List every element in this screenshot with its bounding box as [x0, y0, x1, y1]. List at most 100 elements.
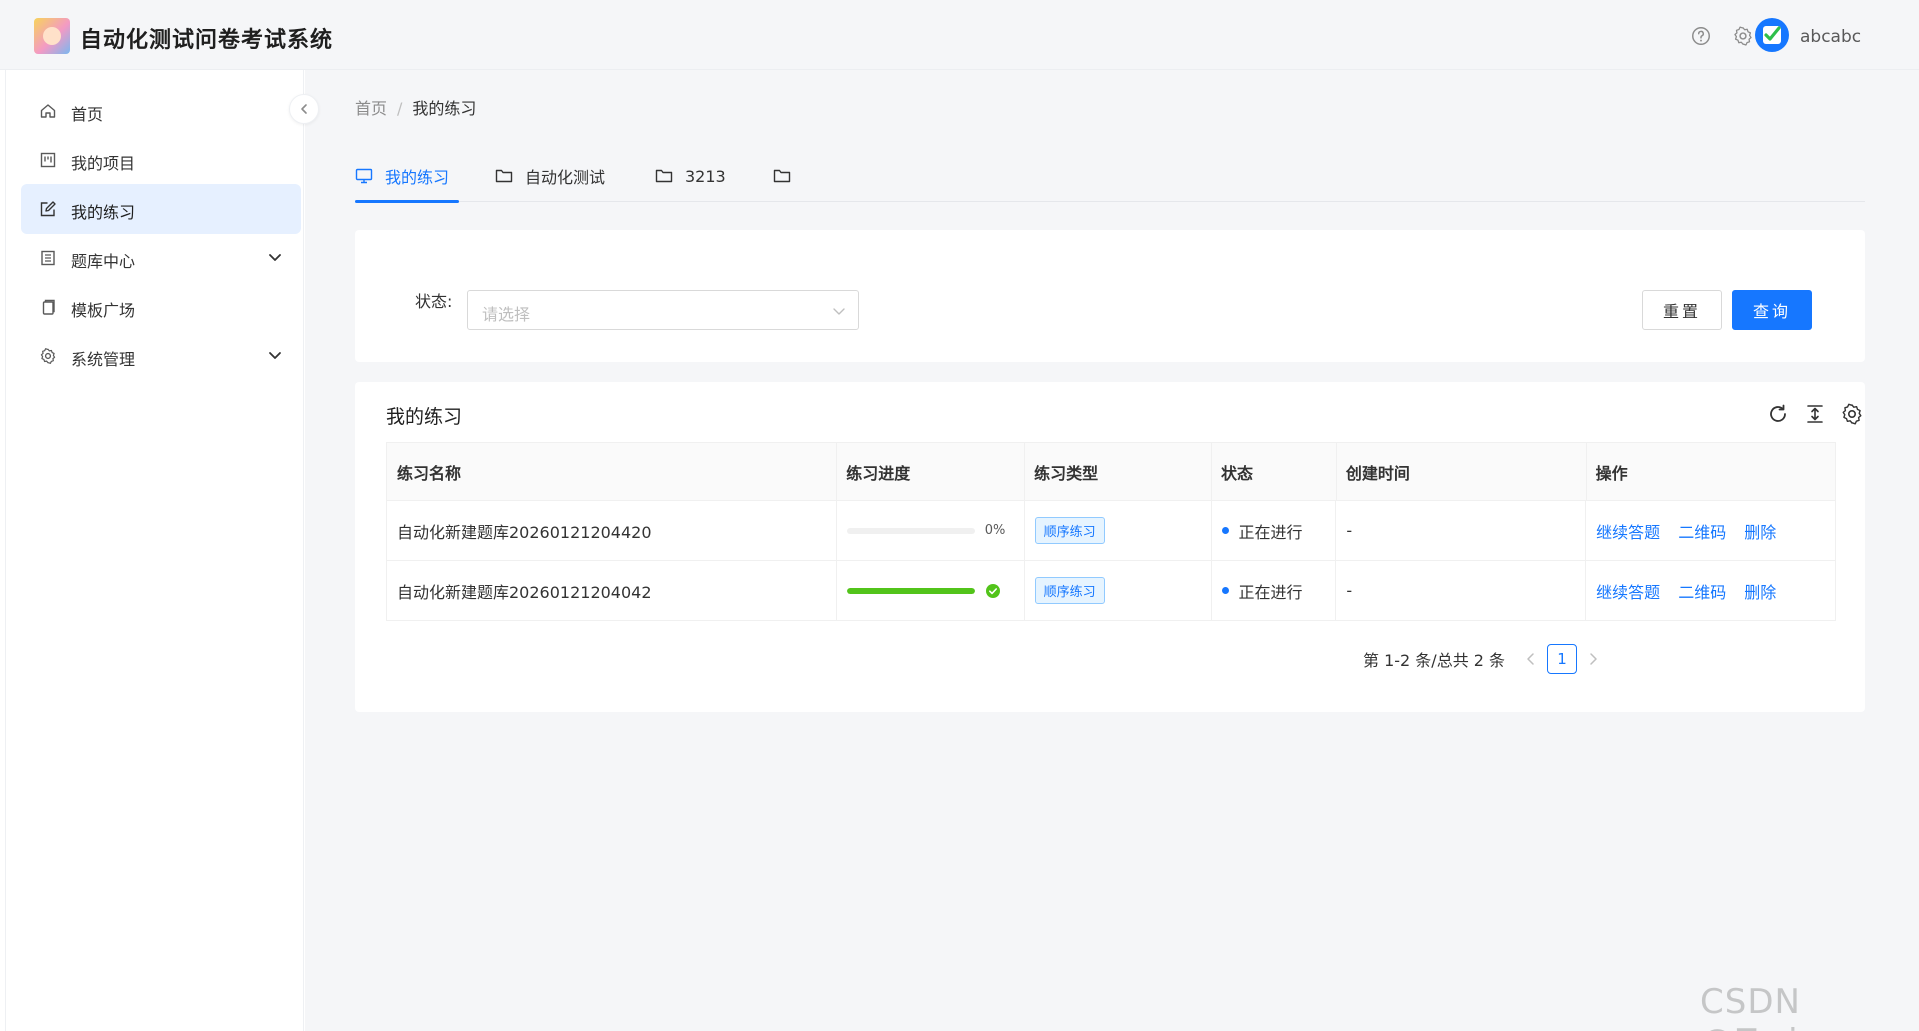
sidebar-item-question-bank[interactable]: 题库中心	[21, 233, 301, 283]
status-text: 正在进行	[1238, 582, 1303, 602]
continue-answer-link[interactable]: 继续答题	[1596, 523, 1660, 542]
sidebar-item-home[interactable]: 首页	[21, 86, 301, 136]
table-settings-icon[interactable]	[1840, 402, 1864, 426]
table-row: 自动化新建题库20260121204420 0% 顺序练习 正在进行 - 继续答…	[386, 500, 1836, 561]
copy-icon	[42, 299, 55, 315]
chevron-down-icon	[269, 352, 281, 359]
progress-track	[846, 527, 975, 534]
sidebar-item-templates[interactable]: 模板广场	[21, 282, 301, 332]
tab-label: 自动化测试	[525, 168, 606, 187]
folder-icon	[655, 169, 673, 183]
table-header-row: 练习名称 练习进度 练习类型 状态 创建时间 操作	[386, 442, 1836, 501]
page-number[interactable]: 1	[1547, 644, 1578, 674]
created-time: -	[1335, 560, 1586, 621]
practice-type-tag: 顺序练习	[1034, 577, 1105, 604]
query-button[interactable]: 查询	[1732, 290, 1812, 330]
sidebar-item-label: 首页	[71, 105, 104, 124]
status-filter-label: 状态:	[415, 292, 453, 311]
chevron-right-icon[interactable]	[1585, 651, 1601, 667]
sidebar-item-system[interactable]: 系统管理	[21, 331, 301, 381]
status-select-placeholder: 请选择	[482, 305, 531, 324]
chevron-down-icon	[269, 254, 281, 261]
gear-icon	[40, 348, 56, 364]
breadcrumb-home[interactable]: 首页	[355, 99, 387, 118]
help-icon[interactable]	[1690, 25, 1712, 47]
status-select[interactable]: 请选择	[467, 290, 859, 330]
sidebar-item-label: 模板广场	[71, 301, 136, 320]
sidebar-item-projects[interactable]: 我的项目	[21, 135, 301, 185]
tab-3213[interactable]: 3213	[655, 150, 726, 202]
project-icon	[40, 152, 56, 168]
status-text: 正在进行	[1238, 522, 1303, 542]
column-header: 创建时间	[1335, 442, 1586, 501]
tab-automation-test[interactable]: 自动化测试	[495, 150, 605, 202]
user-avatar[interactable]	[1754, 17, 1790, 53]
column-header: 练习名称	[386, 442, 837, 501]
breadcrumb: 首页 / 我的练习	[355, 95, 476, 119]
sidebar-item-label: 我的项目	[71, 154, 136, 173]
delete-link[interactable]: 删除	[1744, 523, 1776, 542]
practice-progress	[846, 583, 1024, 599]
sidebar-item-label: 我的练习	[71, 203, 136, 222]
check-circle-icon	[985, 583, 1000, 598]
app-title: 自动化测试问卷考试系统	[80, 28, 334, 53]
folder-icon	[773, 169, 791, 183]
practice-progress: 0%	[846, 523, 1024, 538]
practice-table: 练习名称 练习进度 练习类型 状态 创建时间 操作 自动化新建题库2026012…	[386, 442, 1836, 621]
breadcrumb-separator: /	[397, 99, 403, 118]
status-dot	[1221, 587, 1229, 594]
folder-icon	[495, 169, 513, 183]
home-icon	[40, 104, 56, 118]
progress-fill	[846, 587, 975, 594]
sidebar-item-label: 题库中心	[71, 252, 136, 271]
tab-label: 3213	[685, 166, 726, 186]
status-dot	[1221, 527, 1229, 534]
top-header: 自动化测试问卷考试系统 abcabc	[0, 0, 1919, 70]
tab-my-practice[interactable]: 我的练习	[355, 150, 459, 203]
sidebar-item-my-practice[interactable]: 我的练习	[21, 184, 301, 234]
refresh-icon[interactable]	[1766, 402, 1790, 426]
reset-button[interactable]: 重置	[1642, 290, 1722, 330]
tab-untitled[interactable]	[773, 150, 803, 202]
practice-name: 自动化新建题库20260121204420	[386, 500, 837, 561]
qrcode-link[interactable]: 二维码	[1678, 583, 1726, 602]
tab-bar: 我的练习 自动化测试 3213	[355, 150, 1865, 203]
column-height-icon[interactable]	[1803, 402, 1827, 426]
main-content: 首页 / 我的练习 我的练习 自动化测试 3213 状态: 请选择 重置 查询 …	[305, 70, 1919, 1031]
chevron-down-icon	[833, 308, 845, 315]
pagination-summary: 第 1-2 条/总共 2 条	[1363, 651, 1506, 670]
practice-name: 自动化新建题库20260121204042	[386, 560, 837, 621]
breadcrumb-current: 我的练习	[412, 99, 477, 118]
practice-table-card: 我的练习 练习名称 练习进度 练习类型 状态 创建时间 操作 自动化新建题库20…	[355, 382, 1865, 712]
chevron-left-icon	[301, 104, 307, 114]
table-title: 我的练习	[386, 406, 463, 428]
created-time: -	[1335, 500, 1586, 561]
chevron-left-icon[interactable]	[1523, 651, 1539, 667]
delete-link[interactable]: 删除	[1744, 583, 1776, 602]
tab-label: 我的练习	[385, 168, 450, 187]
column-header: 练习类型	[1024, 442, 1211, 501]
watermark: CSDN @Zwj-c	[1700, 982, 1831, 1031]
app-logo	[34, 18, 70, 54]
edit-icon	[40, 201, 56, 217]
settings-icon[interactable]	[1732, 25, 1754, 47]
qrcode-link[interactable]: 二维码	[1678, 523, 1726, 542]
practice-type-tag: 顺序练习	[1034, 517, 1105, 544]
user-name[interactable]: abcabc	[1800, 27, 1861, 47]
filter-panel: 状态: 请选择 重置 查询	[355, 230, 1865, 362]
book-icon	[41, 250, 55, 266]
continue-answer-link[interactable]: 继续答题	[1596, 583, 1660, 602]
column-header: 练习进度	[836, 442, 1025, 501]
sidebar-item-label: 系统管理	[71, 350, 136, 369]
status-badge: 正在进行	[1221, 579, 1336, 603]
column-header: 操作	[1585, 442, 1836, 501]
pagination: 第 1-2 条/总共 2 条 1	[1363, 644, 1609, 674]
column-header: 状态	[1211, 442, 1336, 501]
progress-track	[846, 587, 975, 594]
sidebar: 首页 我的项目 我的练习 题库中心 模板广场 系统管理	[5, 70, 304, 1031]
progress-text: 0%	[984, 523, 1006, 538]
sidebar-collapse-button[interactable]	[289, 94, 319, 124]
table-row: 自动化新建题库20260121204042 顺序练习 正在进行 - 继续答题 二…	[386, 560, 1836, 621]
monitor-icon	[355, 168, 373, 184]
status-badge: 正在进行	[1221, 519, 1336, 543]
